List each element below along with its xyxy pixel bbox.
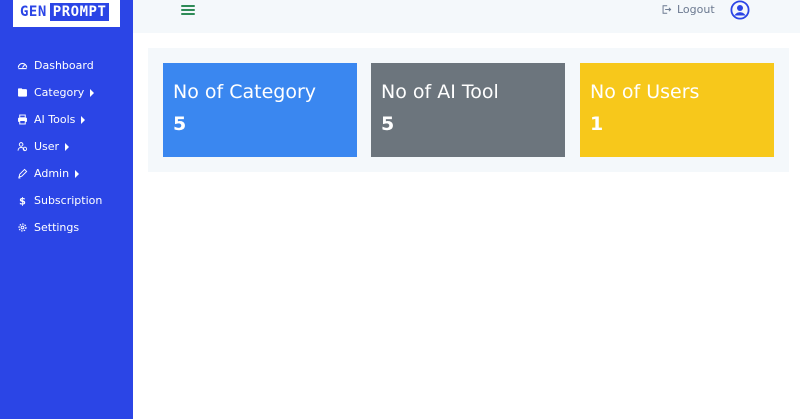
stat-card-value: 5 xyxy=(173,113,187,135)
brand-logo-prompt: PROMPT xyxy=(49,3,110,21)
sidebar-item-admin[interactable]: Admin xyxy=(0,160,133,187)
sidebar-item-label: Subscription xyxy=(34,194,103,207)
dashboard-stats: No of Category 5 No of AI Tool 5 No of U… xyxy=(148,48,789,172)
pencil-icon xyxy=(17,168,28,179)
hamburger-menu-icon[interactable] xyxy=(181,3,195,17)
stat-card-category[interactable]: No of Category 5 xyxy=(163,63,357,157)
stat-card-value: 5 xyxy=(381,113,395,135)
dollar-icon: $ xyxy=(17,195,28,206)
stat-card-users[interactable]: No of Users 1 xyxy=(580,63,774,157)
dashboard-icon xyxy=(17,60,28,71)
sidebar-item-label: Dashboard xyxy=(34,59,94,72)
sidebar-nav: Dashboard Category AI Tools User Admin $… xyxy=(0,52,133,241)
gear-icon xyxy=(17,222,28,233)
sidebar-item-subscription[interactable]: $ Subscription xyxy=(0,187,133,214)
caret-right-icon xyxy=(65,142,70,151)
sidebar-item-user[interactable]: User xyxy=(0,133,133,160)
logout-icon xyxy=(662,5,672,14)
user-avatar-icon[interactable] xyxy=(730,0,750,20)
brand-logo-gen: GEN xyxy=(20,4,47,20)
svg-text:$: $ xyxy=(19,196,26,206)
users-icon xyxy=(17,141,28,152)
sidebar-item-label: Settings xyxy=(34,221,80,234)
sidebar: GEN PROMPT Dashboard Category AI Tools U… xyxy=(0,0,133,419)
stat-card-ai-tool[interactable]: No of AI Tool 5 xyxy=(371,63,565,157)
sidebar-item-label: User xyxy=(34,140,60,153)
brand-logo[interactable]: GEN PROMPT xyxy=(13,0,120,27)
caret-right-icon xyxy=(81,115,86,124)
stat-card-title: No of Category xyxy=(173,81,317,103)
sidebar-item-category[interactable]: Category xyxy=(0,79,133,106)
sidebar-item-ai-tools[interactable]: AI Tools xyxy=(0,106,133,133)
sidebar-item-dashboard[interactable]: Dashboard xyxy=(0,52,133,79)
top-bar: Logout xyxy=(133,0,800,33)
folder-icon xyxy=(17,87,28,98)
stat-card-title: No of Users xyxy=(590,81,700,103)
caret-right-icon xyxy=(90,88,95,97)
sidebar-item-settings[interactable]: Settings xyxy=(0,214,133,241)
caret-right-icon xyxy=(75,169,80,178)
printer-icon xyxy=(17,114,28,125)
stat-card-title: No of AI Tool xyxy=(381,81,499,103)
sidebar-item-label: AI Tools xyxy=(34,113,76,126)
logout-label: Logout xyxy=(677,3,715,16)
sidebar-item-label: Category xyxy=(34,86,85,99)
logout-link[interactable]: Logout xyxy=(661,3,715,16)
stat-card-value: 1 xyxy=(590,113,604,135)
sidebar-item-label: Admin xyxy=(34,167,70,180)
